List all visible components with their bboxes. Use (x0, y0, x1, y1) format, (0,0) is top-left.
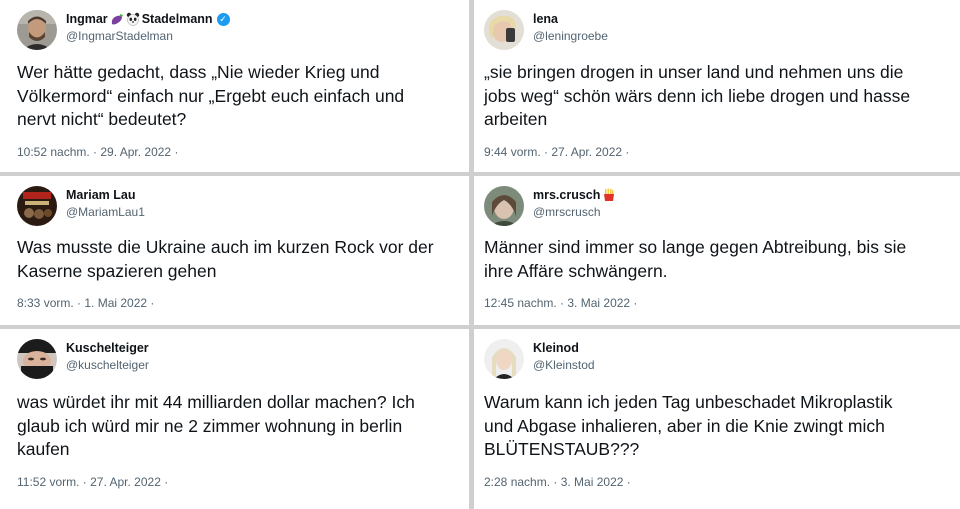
tweet-card[interactable]: mrs.crusch @mrscrusch Männer sind immer … (474, 176, 960, 325)
timestamp[interactable]: 8:33 vorm. · 1. Mai 2022 · (17, 296, 154, 310)
timestamp[interactable]: 10:52 nachm. · 29. Apr. 2022 · (17, 145, 178, 159)
display-name[interactable]: Kuschelteiger (66, 340, 149, 356)
display-name-suffix[interactable]: Stadelmann (142, 11, 213, 27)
handle[interactable]: @mrscrusch (533, 204, 616, 220)
display-name[interactable]: Ingmar (66, 11, 108, 27)
display-name[interactable]: Mariam Lau (66, 187, 135, 203)
timestamp[interactable]: 9:44 vorm. · 27. Apr. 2022 · (484, 145, 629, 159)
tweet-grid: Ingmar Stadelmann ✓ @IngmarStadelman Wer… (0, 0, 960, 509)
tweet-text: Wer hätte gedacht, dass „Nie wieder Krie… (17, 62, 405, 129)
tweet-text: Männer sind immer so lange gegen Abtreib… (484, 237, 907, 281)
tweet-card[interactable]: Ingmar Stadelmann ✓ @IngmarStadelman Wer… (0, 0, 469, 172)
avatar[interactable] (484, 339, 524, 379)
timestamp[interactable]: 11:52 vorm. · 27. Apr. 2022 · (17, 475, 168, 489)
display-name[interactable]: Kleinod (533, 340, 579, 356)
display-name[interactable]: mrs.crusch (533, 187, 600, 203)
tweet-text: Was musste die Ukraine auch im kurzen Ro… (17, 237, 434, 281)
timestamp[interactable]: 12:45 nachm. · 3. Mai 2022 · (484, 296, 637, 310)
handle[interactable]: @MariamLau1 (66, 204, 145, 220)
tweet-text: Warum kann ich jeden Tag unbeschadet Mik… (484, 392, 893, 459)
tweet-card[interactable]: Kuschelteiger @kuschelteiger was würdet … (0, 329, 469, 509)
timestamp[interactable]: 2:28 nachm. · 3. Mai 2022 · (484, 475, 631, 489)
handle[interactable]: @Kleinstod (533, 357, 595, 373)
eggplant-icon (111, 14, 123, 25)
handle[interactable]: @leningroebe (533, 28, 608, 44)
tweet-card[interactable]: Mariam Lau @MariamLau1 Was musste die Uk… (0, 176, 469, 325)
avatar[interactable] (17, 339, 57, 379)
fries-icon (604, 188, 615, 201)
handle[interactable]: @IngmarStadelman (66, 28, 230, 44)
panda-icon (126, 12, 139, 26)
avatar[interactable] (17, 186, 57, 226)
handle[interactable]: @kuschelteiger (66, 357, 149, 373)
display-name[interactable]: lena (533, 11, 558, 27)
verified-badge-icon: ✓ (216, 12, 230, 26)
avatar[interactable] (484, 10, 524, 50)
tweet-card[interactable]: lena @leningroebe „sie bringen drogen in… (474, 0, 960, 172)
tweet-card[interactable]: Kleinod @Kleinstod Warum kann ich jeden … (474, 329, 960, 509)
avatar[interactable] (484, 186, 524, 226)
tweet-text: was würdet ihr mit 44 milliarden dollar … (17, 392, 415, 459)
tweet-text: „sie bringen drogen in unser land und ne… (484, 62, 911, 129)
avatar[interactable] (17, 10, 57, 50)
